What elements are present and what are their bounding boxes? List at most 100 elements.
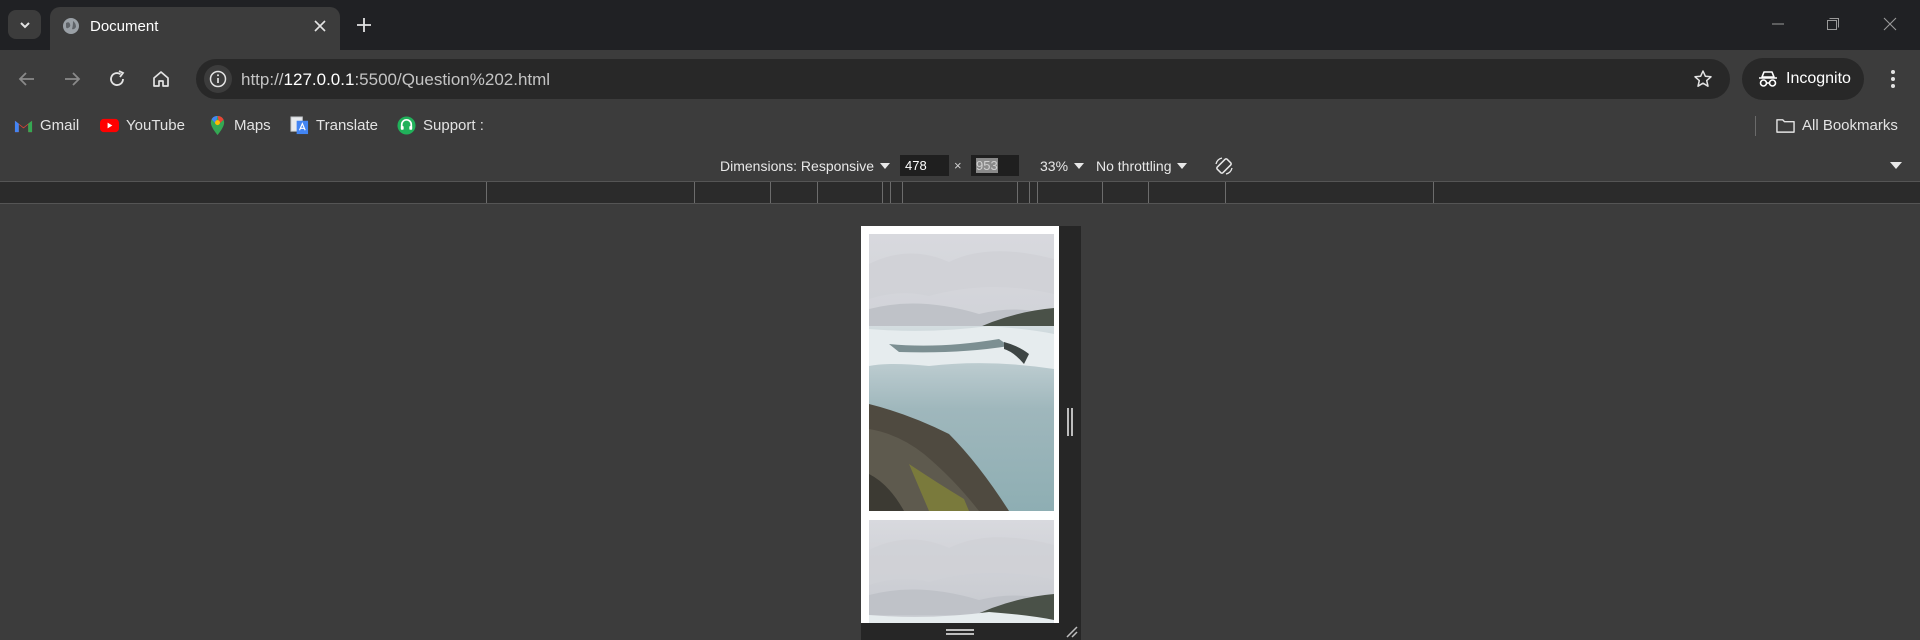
browser-toolbar: http://127.0.0.1:5500/Question%202.html … [0, 50, 1920, 108]
active-tab[interactable]: Document [50, 7, 340, 50]
caret-down-icon [880, 163, 891, 169]
dimensions-times: × [954, 158, 962, 173]
mq-divider [1148, 182, 1149, 203]
reload-icon [110, 70, 125, 86]
width-input[interactable]: 478 [900, 155, 949, 176]
bookmark-translate[interactable]: Translate [290, 114, 378, 136]
url-path: :5500/Question%202.html [354, 70, 551, 89]
gmail-icon [14, 120, 33, 132]
tab-search-button[interactable] [8, 10, 41, 39]
minimize-button[interactable] [1766, 12, 1790, 36]
bookmark-support[interactable]: Support : [397, 114, 484, 136]
forward-button[interactable] [59, 66, 85, 92]
resize-handle-bottom[interactable] [861, 623, 1059, 640]
device-toolbar: Dimensions: Responsive 478 × 953 33% No … [0, 151, 1920, 181]
resize-handle-right[interactable] [1059, 226, 1081, 640]
mq-divider [1102, 182, 1103, 203]
url-text: http://127.0.0.1:5500/Question%202.html [241, 70, 550, 90]
waterfall-photo [869, 520, 1054, 623]
folder-icon [1776, 118, 1795, 133]
mq-divider [1029, 182, 1030, 203]
mq-divider [770, 182, 771, 203]
bookmark-star-button[interactable] [1692, 68, 1714, 90]
rotate-icon [1215, 157, 1233, 175]
arrow-left-icon [18, 72, 34, 86]
close-icon [1883, 17, 1897, 31]
translate-icon [290, 115, 309, 134]
bookmark-label: YouTube [126, 116, 185, 134]
restore-icon [1827, 18, 1839, 30]
device-options-caret-icon[interactable] [1890, 162, 1902, 169]
tab-strip: Document [0, 0, 1920, 50]
mq-divider [1037, 182, 1038, 203]
media-query-bar [0, 181, 1920, 204]
caret-down-icon [1074, 163, 1085, 169]
mq-divider [486, 182, 487, 203]
rotate-button[interactable] [1213, 155, 1235, 177]
emulated-viewport [0, 204, 1920, 640]
bookmark-label: Support : [423, 116, 484, 134]
dimensions-dropdown[interactable]: Dimensions: Responsive [720, 158, 891, 174]
more-vertical-icon [1891, 70, 1895, 88]
youtube-icon [100, 118, 119, 132]
url-host: 127.0.0.1 [283, 70, 355, 89]
home-icon [153, 71, 169, 87]
back-button[interactable] [14, 66, 40, 92]
arrow-right-icon [65, 72, 81, 86]
incognito-badge[interactable]: Incognito [1742, 58, 1864, 100]
bookmark-label: Maps [234, 116, 271, 134]
tab-close-button[interactable] [310, 16, 330, 36]
zoom-value: 33% [1040, 158, 1069, 174]
site-info-button[interactable] [204, 65, 232, 93]
all-bookmarks-button[interactable]: All Bookmarks [1776, 114, 1898, 136]
bookmark-label: Translate [316, 116, 378, 134]
mq-divider [694, 182, 695, 203]
throttling-dropdown[interactable]: No throttling [1096, 158, 1188, 174]
info-icon [209, 70, 227, 88]
mq-divider [1433, 182, 1434, 203]
globe-icon [63, 18, 79, 34]
close-icon [314, 20, 326, 32]
address-bar[interactable]: http://127.0.0.1:5500/Question%202.html [196, 59, 1730, 99]
bookmarks-divider [1755, 116, 1756, 136]
home-button[interactable] [148, 66, 174, 92]
support-icon [397, 115, 416, 135]
width-value: 478 [905, 158, 927, 173]
device-page[interactable] [861, 226, 1059, 623]
new-tab-button[interactable] [352, 13, 376, 37]
resize-corner-icon[interactable] [1063, 623, 1079, 639]
grip-icon [946, 629, 974, 635]
all-bookmarks-label: All Bookmarks [1802, 116, 1898, 134]
bookmark-maps[interactable]: Maps [208, 114, 271, 136]
browser-menu-button[interactable] [1880, 66, 1906, 92]
window-close-button[interactable] [1878, 12, 1902, 36]
zoom-dropdown[interactable]: 33% [1040, 158, 1085, 174]
chevron-down-icon [19, 21, 30, 28]
bookmark-youtube[interactable]: YouTube [100, 114, 185, 136]
incognito-label: Incognito [1786, 70, 1851, 87]
mq-divider [902, 182, 903, 203]
incognito-icon [1759, 71, 1777, 87]
star-icon [1694, 70, 1712, 87]
plus-icon [357, 18, 371, 32]
bookmarks-bar: Gmail YouTube Maps Translate Support: A… [0, 108, 1920, 142]
bookmark-label: Gmail [40, 116, 80, 134]
grip-icon [1067, 408, 1073, 436]
waterfall-photo [869, 234, 1054, 511]
mq-divider [817, 182, 818, 203]
bookmark-gmail[interactable]: Gmail [14, 114, 79, 136]
restore-button[interactable] [1821, 12, 1845, 36]
mq-divider [1225, 182, 1226, 203]
mq-divider [890, 182, 891, 203]
mq-divider [1017, 182, 1018, 203]
height-value: 953 [976, 158, 998, 173]
caret-down-icon [1177, 163, 1188, 169]
reload-button[interactable] [104, 66, 130, 92]
dimensions-label: Dimensions: Responsive [720, 158, 875, 174]
tab-title: Document [90, 18, 159, 35]
url-prefix: http:// [241, 70, 284, 89]
minimize-icon [1772, 23, 1784, 25]
throttling-value: No throttling [1096, 158, 1172, 174]
mq-divider [882, 182, 883, 203]
height-input[interactable]: 953 [971, 155, 1019, 176]
